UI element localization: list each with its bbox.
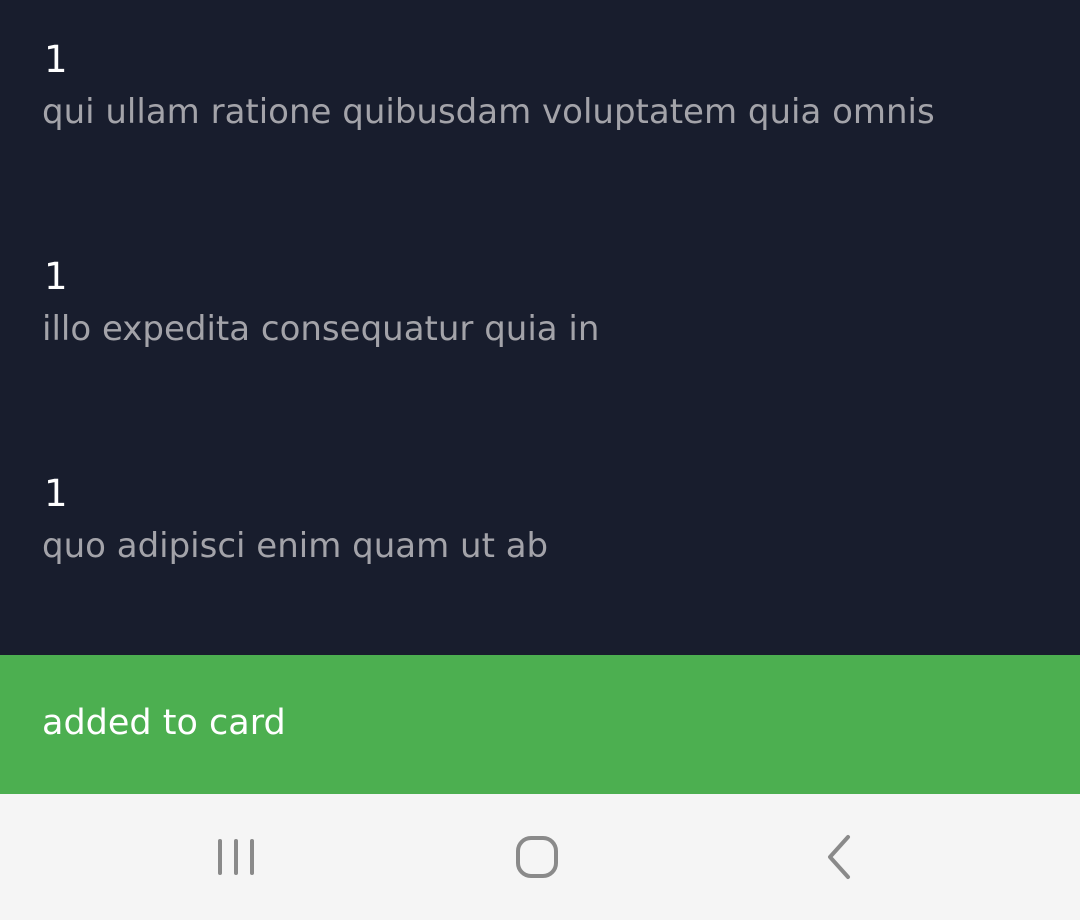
home-button[interactable] [457,794,617,920]
back-button[interactable] [760,794,920,920]
item-title: quo adipisci enim quam ut ab [42,526,549,566]
item-title: illo expedita consequatur quia in [42,309,600,349]
item-id: 1 [44,255,68,298]
system-navigation-bar [0,794,1080,920]
todo-list[interactable]: 1 qui ullam ratione quibusdam voluptatem… [0,0,1080,655]
item-id: 1 [44,38,68,81]
snackbar: added to card [0,655,1080,794]
recent-apps-button[interactable] [156,794,316,920]
item-id: 1 [44,472,68,515]
recent-apps-icon [218,839,254,875]
back-icon [828,835,850,879]
app-screen: 1 qui ullam ratione quibusdam voluptatem… [0,0,1080,920]
snackbar-message: added to card [42,703,286,743]
home-icon [516,836,558,878]
item-title: qui ullam ratione quibusdam voluptatem q… [42,92,935,132]
